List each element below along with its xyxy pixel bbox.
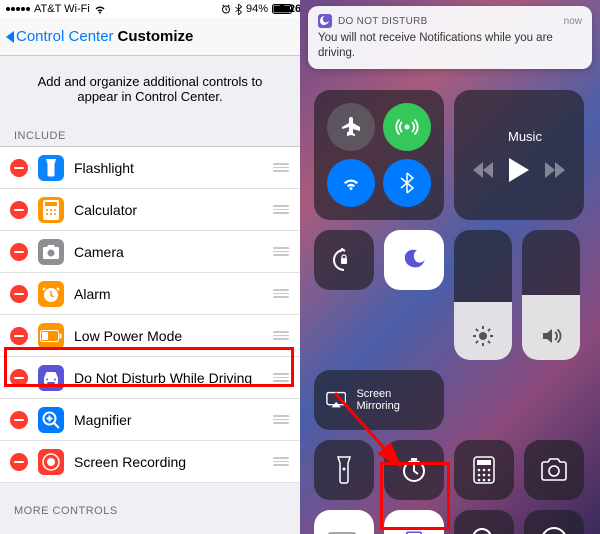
list-item[interactable]: Screen Recording [0,441,300,483]
lowpower-icon [38,323,64,349]
back-button[interactable]: Control Center [6,28,114,45]
notif-time: now [564,16,582,27]
section-more-header: More Controls [0,497,300,521]
brightness-icon [471,324,495,348]
page-title: Customize [118,28,194,45]
dnd-button[interactable] [384,230,444,290]
volume-icon [539,324,563,348]
item-label: Magnifier [74,412,272,428]
drag-handle-icon[interactable] [272,205,290,214]
alarm-status-icon [221,4,231,14]
dnd-driving-button[interactable] [384,510,444,534]
item-label: Camera [74,244,272,260]
drag-handle-icon[interactable] [272,289,290,298]
item-label: Calculator [74,202,272,218]
remove-button[interactable] [10,453,28,471]
magnifier-icon [38,407,64,433]
list-item[interactable]: Flashlight [0,147,300,189]
chevron-left-icon [6,31,14,43]
flashlight-button[interactable] [314,440,374,500]
drag-handle-icon[interactable] [272,415,290,424]
section-include-header: Include [0,122,300,146]
connectivity-tile[interactable] [314,90,444,220]
wifi-button[interactable] [327,159,375,207]
battery-percent: 94% [246,3,268,15]
alarm-icon [38,281,64,307]
car-icon [38,365,64,391]
status-bar: AT&T Wi-Fi 8:26 AM 94% [0,0,300,18]
bluetooth-status-icon [235,4,242,15]
remove-button[interactable] [10,243,28,261]
list-item[interactable]: Do Not Disturb While Driving [0,357,300,399]
music-label: Music [508,129,542,144]
calculator-icon [38,197,64,223]
item-label: Screen Recording [74,454,272,470]
magnifier-button[interactable] [454,510,514,534]
camera-icon [38,239,64,265]
list-item[interactable]: Camera [0,231,300,273]
remove-button[interactable] [10,327,28,345]
screen-record-button[interactable] [524,510,584,534]
flashlight-icon [38,155,64,181]
list-item[interactable]: Magnifier [0,399,300,441]
back-label: Control Center [16,28,114,45]
record-icon [38,449,64,475]
next-track-icon[interactable] [545,162,565,178]
screen-mirroring-button[interactable]: Screen Mirroring [314,370,444,430]
play-icon[interactable] [509,158,529,182]
drag-handle-icon[interactable] [272,247,290,256]
volume-slider[interactable] [522,230,580,360]
orientation-lock-button[interactable] [314,230,374,290]
notif-body: You will not receive Notifications while… [318,31,582,61]
drag-handle-icon[interactable] [272,331,290,340]
drag-handle-icon[interactable] [272,373,290,382]
nav-bar: Control Center Customize [0,18,300,56]
include-list: Flashlight Calculator Camera Alarm Low Power… [0,146,300,483]
calculator-button[interactable] [454,440,514,500]
item-label: Alarm [74,286,272,302]
carrier-label: AT&T Wi-Fi [34,3,90,15]
bluetooth-button[interactable] [383,159,431,207]
moon-icon [318,14,332,28]
remove-button[interactable] [10,201,28,219]
low-power-button[interactable] [314,510,374,534]
music-tile[interactable]: Music [454,90,584,220]
brightness-slider[interactable] [454,230,512,360]
airplane-button[interactable] [327,103,375,151]
drag-handle-icon[interactable] [272,457,290,466]
mirror-label: Screen Mirroring [356,388,432,412]
cellular-button[interactable] [383,103,431,151]
wifi-icon [94,5,106,14]
remove-button[interactable] [10,285,28,303]
remove-button[interactable] [10,411,28,429]
list-item[interactable]: Calculator [0,189,300,231]
mirroring-icon [326,391,346,409]
notification-banner[interactable]: DO NOT DISTURB now You will not receive … [308,6,592,69]
notif-app-name: DO NOT DISTURB [338,16,558,27]
settings-left-pane: AT&T Wi-Fi 8:26 AM 94% Control Center Cu… [0,0,300,534]
signal-icon [6,7,30,11]
item-label: Flashlight [74,160,272,176]
list-item[interactable]: Low Power Mode [0,315,300,357]
list-item[interactable]: Alarm [0,273,300,315]
timer-button[interactable] [384,440,444,500]
prev-track-icon[interactable] [473,162,493,178]
drag-handle-icon[interactable] [272,163,290,172]
remove-button[interactable] [10,159,28,177]
item-label: Low Power Mode [74,328,272,344]
camera-button[interactable] [524,440,584,500]
control-center-pane: DO NOT DISTURB now You will not receive … [300,0,600,534]
remove-button[interactable] [10,369,28,387]
item-label: Do Not Disturb While Driving [74,370,272,386]
page-description: Add and organize additional controls to … [0,56,300,122]
